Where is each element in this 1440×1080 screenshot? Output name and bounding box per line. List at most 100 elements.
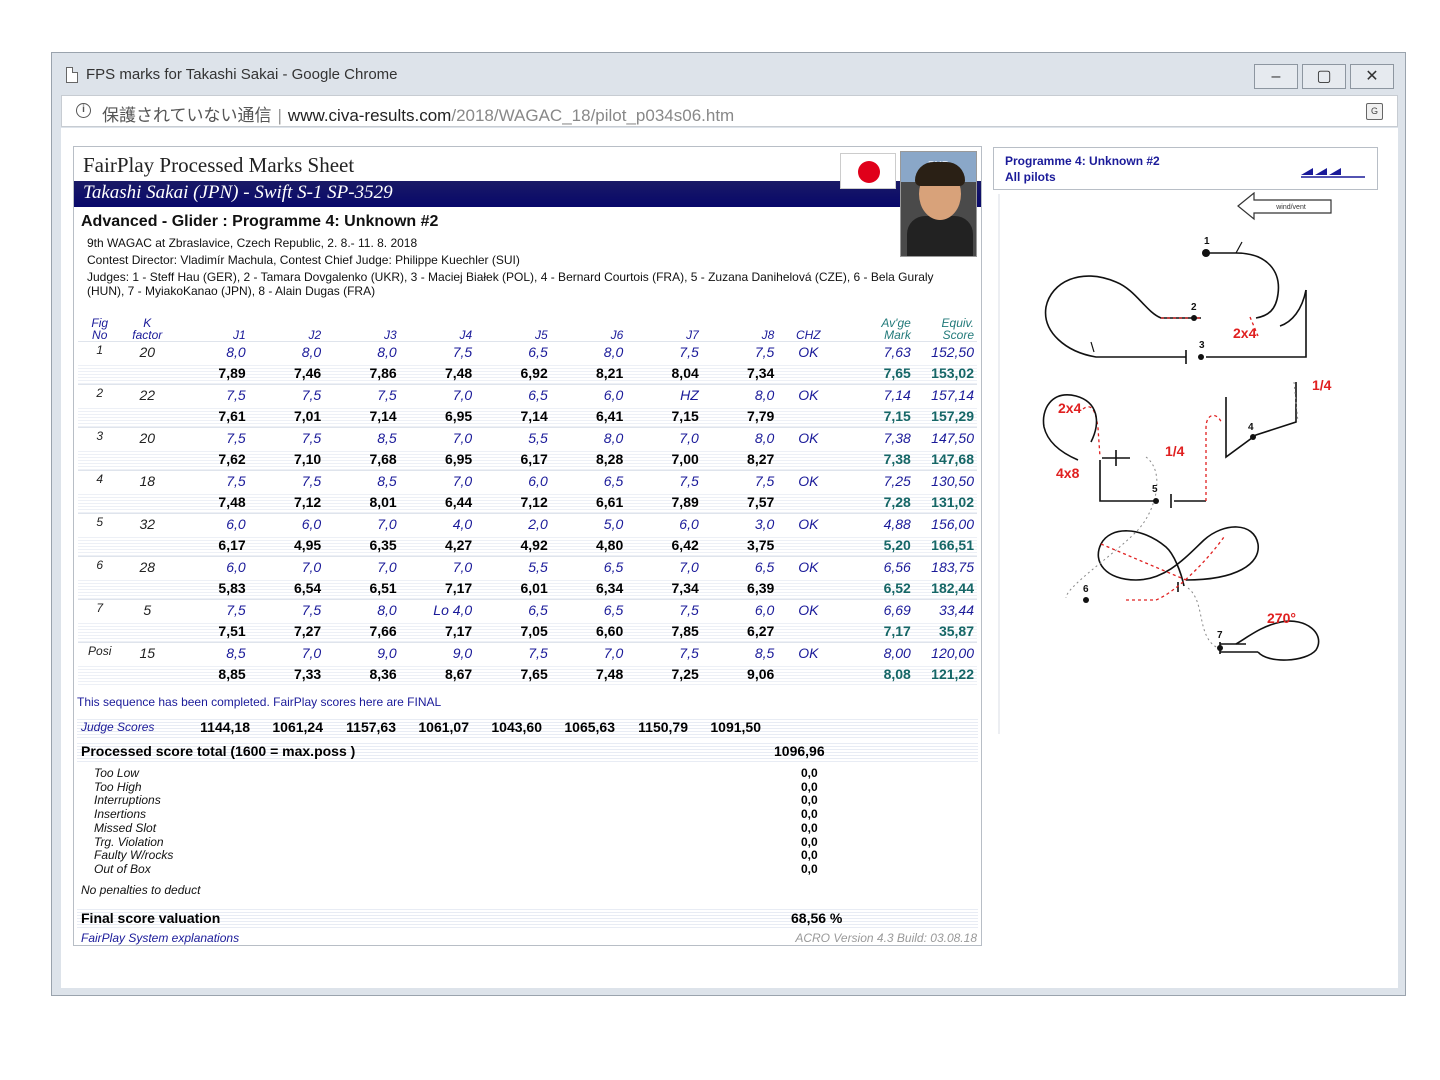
empty-cell [777, 491, 840, 513]
judge-mark: 6,5 [701, 555, 778, 578]
close-button[interactable]: ✕ [1350, 64, 1394, 89]
judge-score: 7,46 [248, 362, 325, 384]
judge-score: 8,27 [701, 448, 778, 470]
col-equiv: Equiv. Score [941, 315, 974, 342]
judge-score: 7,12 [248, 491, 325, 513]
k-factor: 32 [121, 512, 174, 535]
judge-mark: 8,0 [248, 340, 325, 363]
judge-score: 7,48 [173, 491, 249, 513]
judge-score-j7: 1150,79 [638, 719, 688, 735]
judge-score: 7,61 [173, 405, 249, 427]
judge-mark: 6,5 [475, 340, 551, 363]
aresti-diagram: wind/vent 1 2 3 4 5 6 7 2x4 2x4 1/4 1/4 … [1042, 192, 1332, 661]
judge-score: 4,80 [550, 534, 627, 556]
url-text[interactable]: 保護されていない通信 | www.civa-results.com/2018/WAG… [102, 101, 734, 126]
penalty-value: 0,0 [801, 862, 818, 876]
judge-mark: 8,0 [324, 340, 400, 363]
judge-score: 6,17 [173, 534, 249, 556]
empty-cell [121, 663, 174, 685]
scores-row: 5,83 6,54 6,51 7,17 6,01 6,34 7,34 6,39 6,52 182,… [78, 577, 977, 599]
scores-row: 7,48 7,12 8,01 6,44 7,12 6,61 7,89 7,57 7,28 131,… [78, 491, 977, 513]
explanations-link[interactable]: FairPlay System explanations [81, 931, 239, 945]
processed-value: 1096,96 [774, 743, 825, 759]
judge-mark: 7,5 [173, 469, 249, 492]
penalty-label: Too Low [94, 766, 139, 780]
judge-score: 7,17 [399, 620, 476, 642]
col-j4: J4 [459, 327, 473, 342]
judge-scores-label: Judge Scores [81, 720, 155, 734]
judge-mark: 8,0 [550, 340, 627, 363]
maximize-icon: ▢ [1316, 68, 1332, 85]
minimize-button[interactable]: – [1254, 64, 1298, 89]
judge-mark: HZ [626, 383, 702, 406]
judge-mark: 8,0 [701, 426, 778, 449]
average-mark: 7,63 [839, 340, 914, 363]
processed-equiv: 166,51 [913, 534, 977, 556]
fig-number: 1 [78, 340, 122, 363]
k-factor: 22 [121, 383, 174, 406]
scores-row: 6,17 4,95 6,35 4,27 4,92 4,80 6,42 3,75 5,20 166,… [78, 534, 977, 556]
address-bar[interactable]: i 保護されていない通信 | www.civa-results.com/2018/W… [61, 95, 1398, 127]
processed-average: 7,17 [839, 620, 914, 642]
judge-mark: 6,0 [475, 469, 551, 492]
judge-mark: 6,5 [550, 598, 627, 621]
empty-cell [121, 448, 174, 470]
judge-score: 9,06 [701, 663, 778, 685]
judge-mark: 5,0 [550, 512, 627, 535]
judge-mark: 6,0 [248, 512, 325, 535]
maximize-button[interactable]: ▢ [1302, 64, 1346, 89]
empty-cell [121, 620, 174, 642]
judge-mark: 8,5 [324, 426, 400, 449]
judge-mark: 8,5 [701, 641, 778, 664]
processed-equiv: 35,87 [913, 620, 977, 642]
judge-mark: 7,0 [399, 555, 476, 578]
empty-cell [78, 534, 122, 556]
judge-mark: 7,0 [324, 512, 400, 535]
penalty-label: Too High [94, 780, 142, 794]
scores-row: 7,61 7,01 7,14 6,95 7,14 6,41 7,15 7,79 7,15 157,… [78, 405, 977, 427]
judge-mark: 6,5 [550, 555, 627, 578]
title-bar: FPS marks for Takashi Sakai - Google Chr… [52, 53, 1405, 95]
judge-mark: 8,5 [173, 641, 249, 664]
judge-mark: 7,0 [248, 555, 325, 578]
judge-score: 7,27 [248, 620, 325, 642]
empty-cell [78, 448, 122, 470]
judge-score: 7,01 [248, 405, 325, 427]
judge-mark: 4,0 [399, 512, 476, 535]
processed-equiv: 131,02 [913, 491, 977, 513]
event-info: 9th WAGAC at Zbraslavice, Czech Republic… [87, 236, 418, 250]
translate-icon[interactable]: G [1366, 103, 1383, 120]
judge-score: 4,27 [399, 534, 476, 556]
figure-number-3: 3 [1199, 340, 1205, 351]
empty-cell [777, 448, 840, 470]
penalty-value: 0,0 [801, 780, 818, 794]
judge-mark: 2,0 [475, 512, 551, 535]
programme-subtitle: Advanced - Glider : Programme 4: Unknown… [81, 213, 439, 230]
judge-mark: 7,5 [173, 426, 249, 449]
processed-label: Processed score total (1600 = max.poss ) [81, 743, 356, 759]
pilot-photo: PUB [900, 151, 977, 257]
scores-row: 7,62 7,10 7,68 6,95 6,17 8,28 7,00 8,27 7,38 147,… [78, 448, 977, 470]
wind-arrow-icon: wind/vent [1237, 192, 1332, 221]
col-chz: CHZ [795, 327, 821, 342]
empty-cell [78, 577, 122, 599]
programme-header: Programme 4: Unknown #2 All pilots [993, 147, 1378, 190]
roll-label-1-4-b: 1/4 [1165, 443, 1185, 459]
version-info: ACRO Version 4.3 Build: 03.08.18 [795, 931, 977, 945]
judge-score: 6,51 [324, 577, 400, 599]
info-icon[interactable]: i [76, 103, 91, 118]
equiv-score: 120,00 [913, 641, 977, 664]
k-factor: 5 [121, 598, 174, 621]
judge-score: 5,83 [173, 577, 249, 599]
penalty-label: Faulty W/rocks [94, 848, 174, 862]
processed-average: 7,15 [839, 405, 914, 427]
judge-score-j1: 1144,18 [200, 719, 250, 735]
browser-window: FPS marks for Takashi Sakai - Google Chr… [51, 52, 1406, 996]
judge-mark: 7,5 [248, 426, 325, 449]
processed-average: 5,20 [839, 534, 914, 556]
k-factor: 20 [121, 340, 174, 363]
judge-score: 6,54 [248, 577, 325, 599]
judge-score: 8,21 [550, 362, 627, 384]
penalty-value: 0,0 [801, 807, 818, 821]
security-label: 保護されていない通信 [102, 106, 272, 125]
